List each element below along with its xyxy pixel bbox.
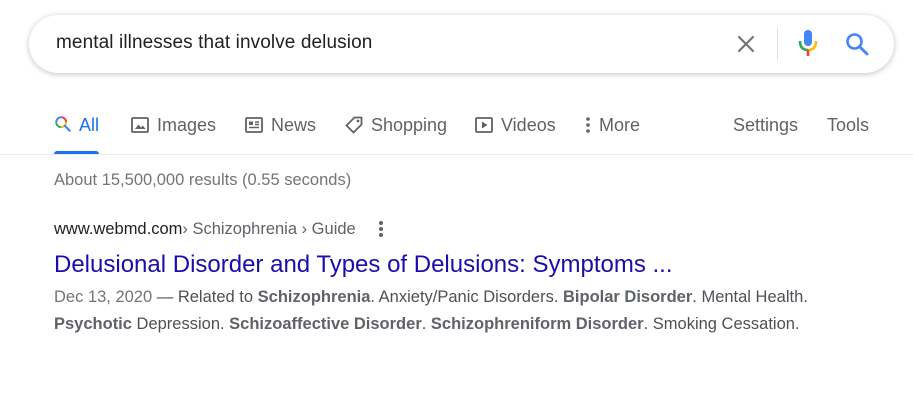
tab-images-label: Images bbox=[157, 115, 217, 135]
more-vertical-icon bbox=[586, 117, 590, 133]
tag-icon bbox=[345, 116, 363, 134]
voice-search-button[interactable] bbox=[796, 29, 820, 59]
tools-label: Tools bbox=[827, 115, 870, 135]
search-tabs: All Images News Shopping Videos More Set… bbox=[0, 112, 913, 154]
results-stats: About 15,500,000 results (0.55 seconds) bbox=[54, 171, 352, 189]
image-icon bbox=[131, 117, 149, 133]
result-date: Dec 13, 2020 bbox=[54, 288, 153, 306]
search-input[interactable]: mental illnesses that involve delusion bbox=[56, 32, 372, 54]
microphone-icon bbox=[798, 30, 818, 56]
snippet-keyword: Psychotic bbox=[54, 315, 132, 333]
clear-search-button[interactable] bbox=[734, 32, 758, 56]
snippet-segment: . Smoking Cessation. bbox=[643, 315, 800, 333]
snippet-segment: . bbox=[421, 315, 431, 333]
snippet-segment: Depression. bbox=[131, 315, 230, 333]
dot bbox=[378, 227, 383, 231]
result-options-button[interactable] bbox=[378, 219, 384, 239]
search-box[interactable]: mental illnesses that involve delusion bbox=[29, 15, 894, 73]
tab-shopping-label: Shopping bbox=[371, 115, 448, 135]
play-icon bbox=[475, 117, 493, 133]
result-url[interactable]: www.webmd.com › Schizophrenia › Guide bbox=[54, 216, 814, 242]
dot bbox=[378, 233, 383, 237]
snippet-keyword: Bipolar Disorder bbox=[563, 288, 693, 306]
result-domain: www.webmd.com bbox=[54, 219, 183, 238]
tab-images[interactable]: Images bbox=[130, 112, 216, 154]
tab-videos[interactable]: Videos bbox=[474, 112, 556, 154]
tab-videos-label: Videos bbox=[501, 115, 556, 135]
tab-all-label: All bbox=[78, 115, 99, 135]
newspaper-icon bbox=[245, 117, 263, 133]
snippet-segment: . Anxiety/Panic Disorders. bbox=[370, 288, 563, 306]
search-divider bbox=[777, 28, 778, 60]
tab-more-label: More bbox=[599, 115, 641, 135]
tabs-divider bbox=[0, 154, 913, 155]
tab-news[interactable]: News bbox=[244, 112, 316, 154]
close-icon bbox=[737, 35, 755, 53]
tab-more[interactable]: More bbox=[583, 112, 640, 154]
result-snippet: Dec 13, 2020 — Related to Schizophrenia.… bbox=[54, 284, 814, 338]
snippet-segment: — Related to bbox=[152, 288, 258, 306]
result-title-link[interactable]: Delusional Disorder and Types of Delusio… bbox=[54, 250, 814, 280]
tab-all[interactable]: All bbox=[54, 112, 99, 154]
tools-link[interactable]: Tools bbox=[827, 112, 869, 154]
settings-label: Settings bbox=[733, 115, 799, 135]
snippet-keyword: Schizoaffective Disorder bbox=[229, 315, 422, 333]
search-multicolor-icon bbox=[55, 116, 71, 132]
snippet-segment: . Mental Health. bbox=[692, 288, 808, 306]
magnifier-icon bbox=[846, 33, 869, 56]
snippet-keyword: Schizophrenia bbox=[257, 288, 371, 306]
tab-shopping[interactable]: Shopping bbox=[344, 112, 447, 154]
tab-news-label: News bbox=[271, 115, 317, 135]
search-result: www.webmd.com › Schizophrenia › Guide De… bbox=[54, 216, 814, 338]
dot bbox=[378, 221, 383, 225]
result-breadcrumb: › Schizophrenia › Guide bbox=[182, 219, 356, 238]
search-button[interactable] bbox=[844, 31, 870, 57]
settings-link[interactable]: Settings bbox=[733, 112, 798, 154]
result-snippet-text: — Related to Schizophrenia. Anxiety/Pani… bbox=[54, 288, 808, 333]
snippet-keyword: Schizophreniform Disorder bbox=[430, 315, 644, 333]
